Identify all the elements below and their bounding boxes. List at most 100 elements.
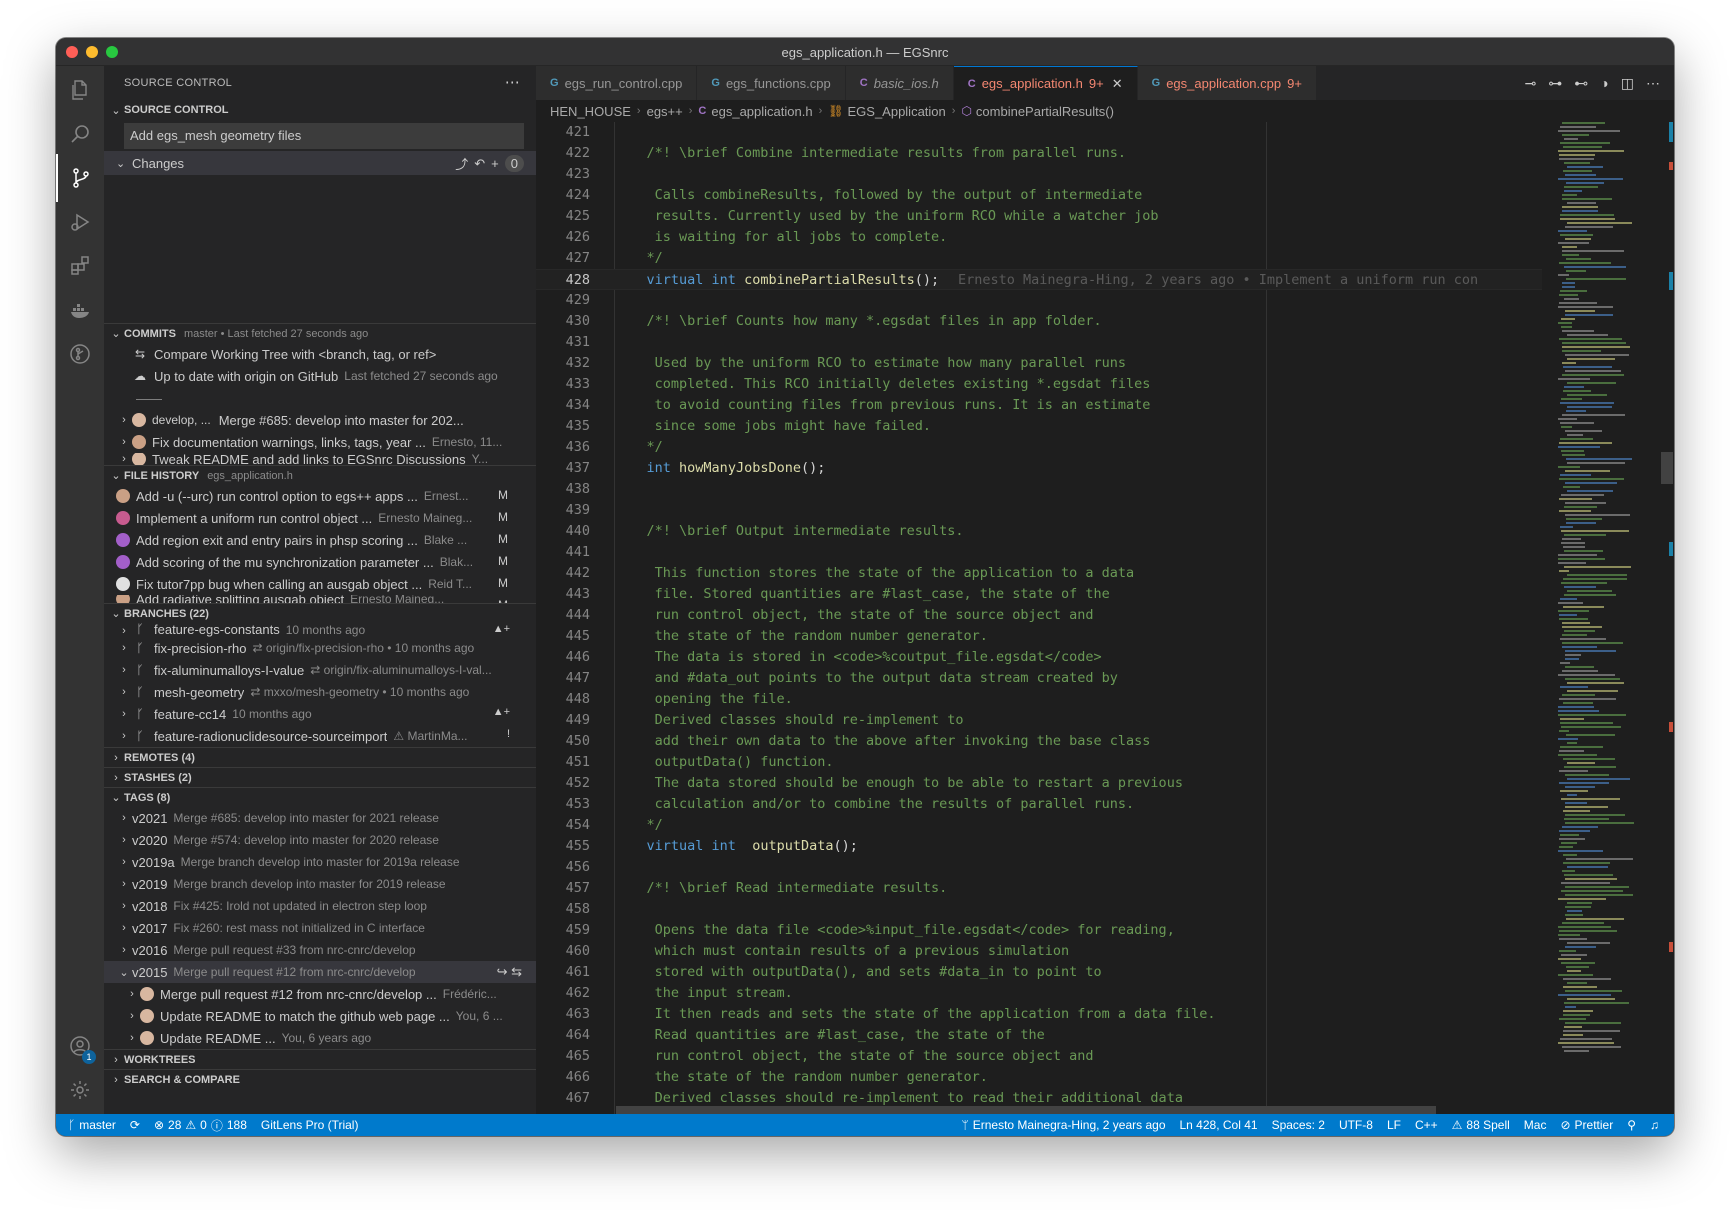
code-line[interactable]: 447 and #data_out points to the output d… — [536, 668, 1542, 689]
open-changes-icon[interactable]: ⊸ — [1525, 75, 1537, 92]
tag-row[interactable]: › v2017 Fix #260: rest mass not initiali… — [104, 917, 536, 939]
tab-egs-functions[interactable]: G egs_functions.cpp — [697, 66, 846, 100]
tag-commit-row[interactable]: › Update README ... You, 6 years ago — [104, 1027, 536, 1049]
code-line[interactable]: 451 outputData() function. — [536, 752, 1542, 773]
code-line[interactable]: 424 Calls combineResults, followed by th… — [536, 185, 1542, 206]
code-line[interactable]: 462 the input stream. — [536, 983, 1542, 1004]
code-line[interactable]: 459 Opens the data file <code>%input_fil… — [536, 920, 1542, 941]
history-row[interactable]: Add region exit and entry pairs in phsp … — [104, 529, 536, 551]
section-search-compare[interactable]: › SEARCH & COMPARE — [104, 1069, 536, 1089]
branch-status[interactable]: ᚴ master — [56, 1118, 123, 1132]
code-line[interactable]: 464 Read quantities are #last_case, the … — [536, 1025, 1542, 1046]
tab-egs-application-h[interactable]: C egs_application.h 9+ ✕ — [953, 66, 1138, 100]
minimap[interactable] — [1554, 122, 1660, 1114]
next-revision-icon[interactable]: ⊷ — [1574, 75, 1588, 92]
tag-row[interactable]: ⌄ v2015 Merge pull request #12 from nrc-… — [104, 961, 536, 983]
code-line[interactable]: 432 Used by the uniform RCO to estimate … — [536, 353, 1542, 374]
horizontal-scrollbar[interactable] — [616, 1106, 1436, 1114]
history-row[interactable]: Implement a uniform run control object .… — [104, 507, 536, 529]
code-line[interactable]: 433 completed. This RCO initially delete… — [536, 374, 1542, 395]
branch-row[interactable]: › ᚴ feature-cc14 10 months ago ▲+ — [104, 703, 536, 725]
code-line[interactable]: 446 The data is stored in <code>%coutput… — [536, 647, 1542, 668]
history-row[interactable]: Add scoring of the mu synchronization pa… — [104, 551, 536, 573]
code-line[interactable]: 421 — [536, 122, 1542, 143]
section-file-history[interactable]: ⌄ FILE HISTORY egs_application.h — [104, 465, 536, 485]
explorer-icon[interactable] — [56, 66, 104, 114]
run-debug-icon[interactable] — [56, 198, 104, 246]
open-changes-icon[interactable]: ⤴ — [455, 154, 468, 173]
accounts-icon[interactable]: 1 — [56, 1022, 104, 1070]
code-line[interactable]: 460 which must contain results of a prev… — [536, 941, 1542, 962]
code-line[interactable]: 439 — [536, 500, 1542, 521]
tag-row[interactable]: › v2019a Merge branch develop into maste… — [104, 851, 536, 873]
code-line[interactable]: 457 /*! \brief Read intermediate results… — [536, 878, 1542, 899]
code-line[interactable]: 430 /*! \brief Counts how many *.egsdat … — [536, 311, 1542, 332]
docker-icon[interactable] — [56, 286, 104, 334]
extensions-icon[interactable] — [56, 242, 104, 290]
code-line[interactable]: 426 is waiting for all jobs to complete. — [536, 227, 1542, 248]
cursor-position[interactable]: Ln 428, Col 41 — [1173, 1118, 1265, 1132]
commit-row[interactable]: › Fix documentation warnings, links, tag… — [104, 431, 536, 453]
code-editor[interactable]: 421 422 /*! \brief Combine intermediate … — [536, 122, 1542, 1114]
code-line[interactable]: 429 — [536, 290, 1542, 311]
tag-row[interactable]: › v2016 Merge pull request #33 from nrc-… — [104, 939, 536, 961]
code-line[interactable]: 454 */ — [536, 815, 1542, 836]
previous-revision-icon[interactable]: ⊶ — [1548, 75, 1562, 92]
code-line[interactable]: 455 virtual int outputData(); — [536, 836, 1542, 857]
vertical-scrollbar[interactable] — [1660, 122, 1674, 1114]
code-line[interactable]: 465 run control object, the state of the… — [536, 1046, 1542, 1067]
blame-status[interactable]: ᛘ Ernesto Mainegra-Hing, 2 years ago — [955, 1118, 1173, 1132]
tag-row[interactable]: › v2019 Merge branch develop into master… — [104, 873, 536, 895]
problems-status[interactable]: ⊗ 28 ⚠ 0 ⓘ 188 — [147, 1117, 254, 1134]
branch-row[interactable]: › ᚴ feature-radionuclidesource-sourceimp… — [104, 725, 536, 747]
spell-check-status[interactable]: ⚠ 88 Spell — [1445, 1118, 1517, 1132]
tag-commit-row[interactable]: › Merge pull request #12 from nrc-cnrc/d… — [104, 983, 536, 1005]
language-mode[interactable]: C++ — [1408, 1118, 1445, 1132]
code-line[interactable]: 441 — [536, 542, 1542, 563]
code-line[interactable]: 461 stored with outputData(), and sets #… — [536, 962, 1542, 983]
code-line[interactable]: 456 — [536, 857, 1542, 878]
code-line[interactable]: 437 int howManyJobsDone(); — [536, 458, 1542, 479]
commit-row[interactable]: › develop, ... Merge #685: develop into … — [104, 409, 536, 431]
code-line[interactable]: 423 — [536, 164, 1542, 185]
gitlens-status[interactable]: GitLens Pro (Trial) — [254, 1118, 366, 1132]
section-source-control[interactable]: ⌄ SOURCE CONTROL — [104, 100, 536, 120]
source-control-icon[interactable] — [56, 154, 104, 202]
code-line[interactable]: 458 — [536, 899, 1542, 920]
breadcrumb-item[interactable]: combinePartialResults() — [976, 104, 1114, 119]
tag-row[interactable]: › v2020 Merge #574: develop into master … — [104, 829, 536, 851]
branch-row[interactable]: › ᚴ fix-aluminumalloys-I-value ⇄ origin/… — [104, 659, 536, 681]
code-line[interactable]: 452 The data stored should be enough to … — [536, 773, 1542, 794]
tab-egs-run-control[interactable]: G egs_run_control.cpp — [536, 66, 698, 100]
breadcrumb-item[interactable]: EGS_Application — [847, 104, 945, 119]
code-line[interactable]: 435 since some jobs might have failed. — [536, 416, 1542, 437]
changes-group[interactable]: ⌄ Changes ⤴ ↶ + 0 — [104, 151, 536, 175]
sync-button[interactable]: ⟳ — [123, 1118, 147, 1132]
code-line[interactable]: 427 */ — [536, 248, 1542, 269]
up-to-date-status[interactable]: ☁ Up to date with origin on GitHub Last … — [104, 365, 536, 387]
code-line[interactable]: 428 virtual int combinePartialResults();… — [536, 269, 1542, 290]
tag-row[interactable]: › v2021 Merge #685: develop into master … — [104, 807, 536, 829]
branch-row[interactable]: › ᚴ feature-egs-constants 10 months ago … — [104, 623, 536, 637]
section-commits[interactable]: ⌄ COMMITS master • Last fetched 27 secon… — [104, 323, 536, 343]
commit-row[interactable]: › Tweak README and add links to EGSnrc D… — [104, 453, 536, 465]
breadcrumb-item[interactable]: egs++ — [647, 104, 683, 119]
code-line[interactable]: 445 the state of the random number gener… — [536, 626, 1542, 647]
compare-working-tree[interactable]: ⇆ Compare Working Tree with <branch, tag… — [104, 343, 536, 365]
commit-message-input[interactable]: Add egs_mesh geometry files — [124, 123, 524, 149]
split-editor-icon[interactable]: ◫ — [1621, 75, 1634, 92]
os-status[interactable]: Mac — [1517, 1118, 1554, 1132]
scroll-thumb[interactable] — [1661, 452, 1673, 484]
close-icon[interactable]: ✕ — [1112, 76, 1123, 92]
search-icon[interactable] — [56, 110, 104, 158]
code-line[interactable]: 425 results. Currently used by the unifo… — [536, 206, 1542, 227]
code-line[interactable]: 449 Derived classes should re-implement … — [536, 710, 1542, 731]
branch-row[interactable]: › ᚴ fix-precision-rho ⇄ origin/fix-preci… — [104, 637, 536, 659]
discard-all-icon[interactable]: ↶ — [474, 156, 485, 172]
tag-row[interactable]: › v2018 Fix #425: Irold not updated in e… — [104, 895, 536, 917]
code-line[interactable]: 438 — [536, 479, 1542, 500]
stage-all-icon[interactable]: + — [491, 156, 499, 171]
tab-basic-ios[interactable]: C basic_ios.h — [845, 66, 954, 100]
encoding[interactable]: UTF-8 — [1332, 1118, 1380, 1132]
code-line[interactable]: 422 /*! \brief Combine intermediate resu… — [536, 143, 1542, 164]
